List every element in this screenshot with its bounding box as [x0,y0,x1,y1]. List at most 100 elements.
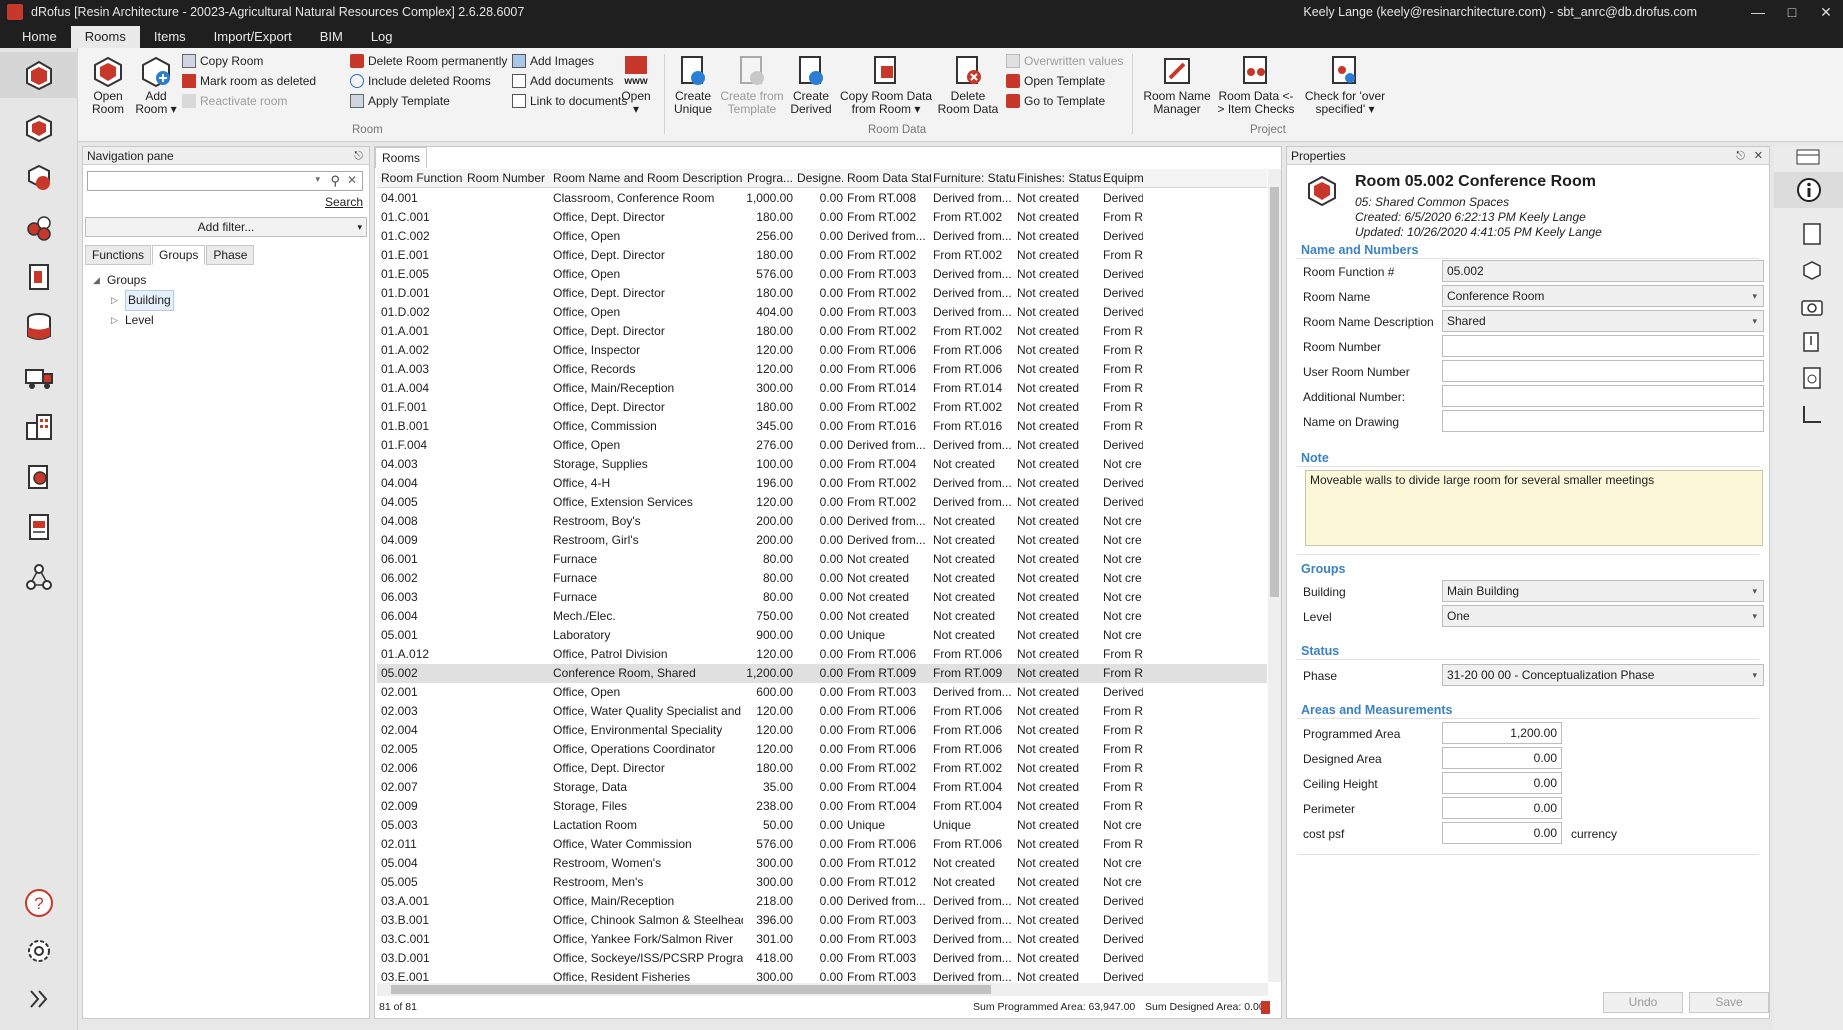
add-filter-dropdown[interactable]: Add filter... ▾ [85,217,367,237]
table-row[interactable]: 05.004 Restroom, Women's 300.00 0.00 From RT… [377,854,1267,873]
nav-search-input[interactable]: ▾ ⚲ ✕ [87,171,363,191]
measure-icon[interactable] [1800,402,1824,426]
chevron-down-icon[interactable]: ▾ [1752,311,1757,331]
layout-icon[interactable] [1788,146,1828,168]
room-name-manager-button[interactable]: Room Name Manager [1142,54,1212,116]
name-on-drawing-field[interactable] [1442,410,1764,432]
workflow-icon[interactable] [14,554,64,600]
table-row[interactable]: 03.B.001 Office, Chinook Salmon & Steelhe… [377,911,1267,930]
room-name-description-combo[interactable]: Shared ▾ [1442,310,1764,332]
rooms-tab[interactable]: Rooms [375,147,428,168]
note-textarea[interactable]: Moveable walls to divide large room for … [1305,470,1763,546]
table-row[interactable]: 01.A.004 Office, Main/Reception 300.00 0.00… [377,379,1267,398]
documents-icon[interactable] [14,254,64,300]
www-open-button[interactable]: www Open ▾ [614,54,658,116]
create-unique-button[interactable]: Create Unique [668,54,718,116]
building-combo[interactable]: Main Building ▾ [1442,580,1764,602]
clear-search-icon[interactable]: ✕ [347,173,357,187]
help-icon[interactable]: ? [14,880,64,926]
include-deleted-toggle[interactable]: Include deleted Rooms [350,74,491,88]
search-icon[interactable]: ⚲ [330,173,340,189]
column-header[interactable]: Room Data Stat... [847,169,931,188]
add-room-button[interactable]: Add Room ▾ [134,54,178,116]
column-header[interactable]: Equipm [1103,169,1143,188]
table-row[interactable]: 02.004 Office, Environmental Speciality 12… [377,721,1267,740]
maximize-icon[interactable]: □ [1775,4,1809,20]
chevron-down-icon[interactable]: ▾ [1752,606,1757,626]
table-row[interactable]: 01.C.002 Office, Open 256.00 0.00 Derived fr… [377,227,1267,246]
table-row[interactable]: 02.006 Office, Dept. Director 180.00 0.00 Fr… [377,759,1267,778]
column-header[interactable]: Finishes: Status [1017,169,1101,188]
tab-import-export[interactable]: Import/Export [200,26,306,48]
table-row[interactable]: 02.007 Storage, Data 35.00 0.00 From RT.004 F… [377,778,1267,797]
perimeter-field[interactable]: 0.00 [1442,797,1562,819]
tab-groups[interactable]: Groups [152,245,206,265]
chevron-down-icon[interactable]: ▾ [1752,286,1757,306]
table-row[interactable]: 01.C.001 Office, Dept. Director 180.00 0.00… [377,208,1267,227]
column-header[interactable]: Room Function # [381,169,465,188]
attachment-icon[interactable] [1800,330,1824,354]
open-template-button[interactable]: Open Template [1006,74,1105,88]
column-header[interactable]: Room Name and Room Description [553,169,743,188]
add-documents-button[interactable]: Add documents [512,74,613,88]
table-row[interactable]: 04.003 Storage, Supplies 100.00 0.00 From RT… [377,455,1267,474]
check-over-specified-button[interactable]: Check for 'over specified' ▾ [1300,54,1390,116]
expand-icon[interactable]: ▷ [111,291,125,310]
room-function-field[interactable]: 05.002 [1442,260,1764,282]
column-header[interactable]: Room Number [467,169,551,188]
reactivate-room-button[interactable]: Reactivate room [182,94,287,108]
items-module-icon[interactable] [14,154,64,200]
close-icon[interactable]: ✕ [1809,4,1843,21]
level-combo[interactable]: One ▾ [1442,605,1764,627]
cube-icon[interactable] [1800,258,1824,282]
table-row[interactable]: 03.C.001 Office, Yankee Fork/Salmon River… [377,930,1267,949]
table-row[interactable]: 04.001 Classroom, Conference Room 1,000.00… [377,189,1267,208]
tree-node-level[interactable]: ▷ Level [93,311,174,330]
table-row[interactable]: 01.D.002 Office, Open 404.00 0.00 From RT.00… [377,303,1267,322]
table-row[interactable]: 03.A.001 Office, Main/Reception 218.00 0.00… [377,892,1267,911]
table-row[interactable]: 02.011 Office, Water Commission 576.00 0.00… [377,835,1267,854]
table-row[interactable]: 01.B.001 Office, Commission 345.00 0.00 From… [377,417,1267,436]
table-row[interactable]: 04.004 Office, 4-H 196.00 0.00 From RT.002 De… [377,474,1267,493]
table-row[interactable]: 01.F.001 Office, Dept. Director 180.00 0.00… [377,398,1267,417]
tree-node-groups[interactable]: ◢ Groups [93,271,174,290]
table-row[interactable]: 03.D.001 Office, Sockeye/ISS/PCSRP Progra… [377,949,1267,968]
open-room-button[interactable]: Open Room [86,54,130,116]
table-row[interactable]: 06.001 Furnace 80.00 0.00 Not created Not cre… [377,550,1267,569]
table-row[interactable]: 02.009 Storage, Files 238.00 0.00 From RT.00… [377,797,1267,816]
table-row[interactable]: 01.D.001 Office, Dept. Director 180.00 0.00… [377,284,1267,303]
pin-icon[interactable]: ⎋ [1736,147,1745,165]
delete-permanently-button[interactable]: Delete Room permanently [350,54,507,68]
scroll-thumb[interactable] [1270,187,1279,597]
create-from-template-button[interactable]: Create from Template [720,54,784,116]
delete-room-data-button[interactable]: Delete Room Data [936,54,1000,116]
export-icon[interactable] [1261,1001,1270,1014]
history-icon[interactable] [1800,366,1824,390]
table-row[interactable]: 06.002 Furnace 80.00 0.00 Not created Not cre… [377,569,1267,588]
overwritten-values-button[interactable]: Overwritten values [1006,54,1123,68]
table-row[interactable]: 01.A.003 Office, Records 120.00 0.00 From RT… [377,360,1267,379]
column-header[interactable]: Progra... [745,169,793,188]
table-row[interactable]: 04.005 Office, Extension Services 120.00 0.… [377,493,1267,512]
table-row[interactable]: 02.003 Office, Water Quality Specialist a… [377,702,1267,721]
table-row[interactable]: 06.004 Mech./Elec. 750.00 0.00 Not created No… [377,607,1267,626]
table-row[interactable]: 01.A.001 Office, Dept. Director 180.00 0.00… [377,322,1267,341]
phase-combo[interactable]: 31-20 00 00 - Conceptualization Phase ▾ [1442,664,1764,686]
scroll-thumb[interactable] [391,985,991,994]
column-header[interactable]: Furniture: Status [933,169,1015,188]
tab-phase[interactable]: Phase [206,245,255,265]
rooms-module-icon[interactable] [0,52,78,98]
table-row[interactable]: 02.001 Office, Open 600.00 0.00 From RT.003 D… [377,683,1267,702]
tab-bim[interactable]: BIM [306,26,357,48]
close-panel-icon[interactable]: ✕ [1754,147,1763,165]
table-row[interactable]: 02.005 Office, Operations Coordinator 120.… [377,740,1267,759]
programmed-area-field[interactable]: 1,200.00 [1442,722,1562,744]
copy-room-button[interactable]: Copy Room [182,54,263,68]
item-groups-icon[interactable] [14,204,64,250]
database-icon[interactable] [14,304,64,350]
search-dropdown-icon[interactable]: ▾ [315,174,320,185]
room-name-combo[interactable]: Conference Room ▾ [1442,285,1764,307]
column-header[interactable]: Designe... [797,169,843,188]
table-row[interactable]: 01.A.012 Office, Patrol Division 120.00 0.0… [377,645,1267,664]
reports-icon[interactable] [14,504,64,550]
